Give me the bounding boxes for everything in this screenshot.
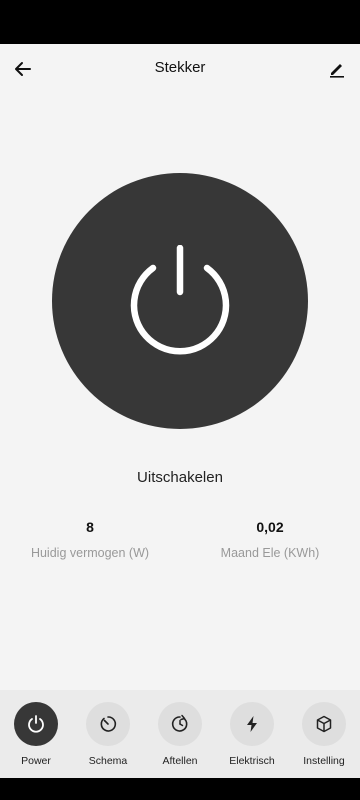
nav-icon-circle [230,702,274,746]
monthly-energy-metric: 0,02 Maand Ele (KWh) [180,519,360,560]
power-icon [130,245,230,355]
edit-button[interactable] [322,54,352,84]
page-title: Stekker [154,59,206,76]
nav-item-countdown[interactable]: Aftellen [144,702,216,767]
nav-item-settings[interactable]: Instelling [288,702,360,767]
monthly-energy-value: 0,02 [256,519,284,535]
nav-icon-circle [14,702,58,746]
monthly-energy-label: Maand Ele (KWh) [220,546,320,560]
power-state-label: Uitschakelen [137,469,223,486]
current-power-metric: 8 Huidig vermogen (W) [0,519,180,560]
app-bar: Stekker [0,44,360,96]
current-power-label: Huidig vermogen (W) [30,546,150,560]
nav-item-schedule[interactable]: Schema [72,702,144,767]
nav-icon-circle [302,702,346,746]
nav-label-electric: Elektrisch [229,755,275,767]
nav-item-power[interactable]: Power [0,702,72,767]
status-bar [0,0,360,44]
nav-icon-circle [86,702,130,746]
cube-icon [316,715,332,733]
nav-label-countdown: Aftellen [162,755,198,767]
power-toggle-button[interactable] [52,173,308,429]
nav-label-settings: Instelling [303,755,345,767]
lightning-icon [247,716,257,732]
current-power-value: 8 [86,519,94,535]
nav-label-power: Power [21,755,51,767]
pencil-icon [330,64,344,78]
nav-label-schedule: Schema [88,755,128,767]
nav-icon-circle [158,702,202,746]
power-icon [28,715,44,733]
nav-item-electric[interactable]: Elektrisch [216,702,288,767]
countdown-icon [171,714,188,732]
system-nav-bar [0,778,360,800]
schedule-icon [100,716,117,732]
bottom-nav: Power Schema Aftellen Elektrisch Instell… [0,690,360,778]
